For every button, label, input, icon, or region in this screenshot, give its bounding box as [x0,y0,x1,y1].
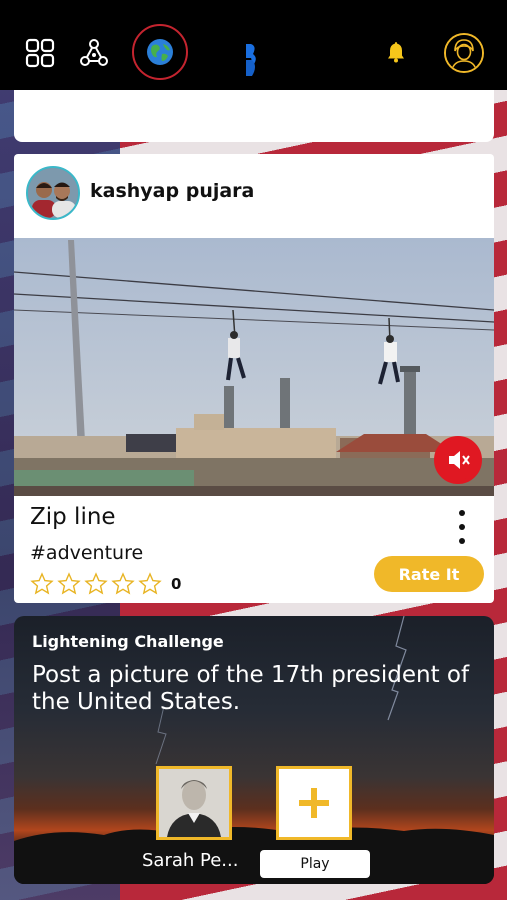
post-hashtag[interactable]: #adventure [30,542,143,564]
rate-it-button[interactable]: Rate It [374,556,484,592]
post-photo[interactable] [14,238,494,496]
speaker-mute-icon[interactable] [434,436,482,484]
user-avatar[interactable] [26,166,80,220]
rating-count: 0 [171,575,182,593]
previous-card [14,88,494,142]
network-icon[interactable] [78,37,110,69]
play-button[interactable]: Play [260,850,370,878]
star-icon[interactable] [84,572,108,596]
star-icon[interactable] [57,572,81,596]
post-username[interactable]: kashyap pujara [90,180,254,202]
profile-avatar[interactable] [444,33,484,73]
rating-stars: 0 [30,572,181,596]
plus-icon[interactable] [276,766,352,840]
star-icon[interactable] [111,572,135,596]
bell-icon[interactable] [382,38,410,66]
entry-name: Sarah Pe... [142,850,239,871]
entry-photo[interactable] [156,766,232,840]
challenge-card: Lightening Challenge Post a picture of t… [14,616,494,884]
star-icon[interactable] [30,572,54,596]
challenge-label: Lightening Challenge [32,632,224,651]
post-header: kashyap pujara [14,154,494,238]
brand-logo[interactable] [240,40,262,80]
top-bar [0,0,507,90]
vertical-dots-icon[interactable] [454,510,470,544]
globe-icon[interactable] [132,24,188,80]
post-title: Zip line [30,504,116,530]
storm-background [14,616,494,884]
challenge-prompt: Post a picture of the 17th president of … [32,662,470,715]
post-card: kashyap pujara Zip line #adventure 0 Rat… [14,154,494,603]
star-icon[interactable] [138,572,162,596]
grid-icon[interactable] [24,37,56,69]
